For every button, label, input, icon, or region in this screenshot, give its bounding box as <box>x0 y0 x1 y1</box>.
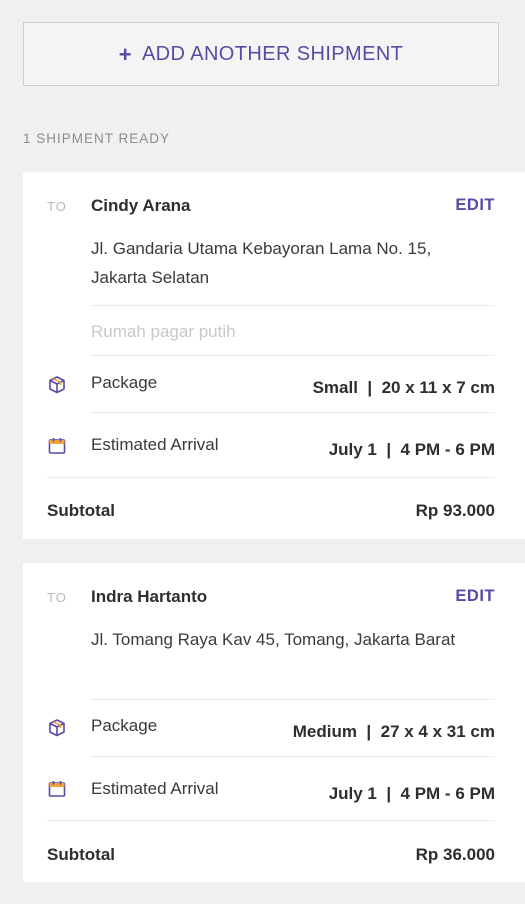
edit-shipment-button[interactable]: EDIT <box>455 587 495 606</box>
recipient-address: Jl. Tomang Raya Kav 45, Tomang, Jakarta … <box>91 630 456 649</box>
subtotal-value: Rp 93.000 <box>415 501 495 520</box>
to-label: TO <box>47 590 67 605</box>
plus-icon: + <box>118 42 132 67</box>
calendar-icon <box>48 781 66 797</box>
package-value: Small | 20 x 11 x 7 cm <box>312 378 495 397</box>
divider <box>91 355 495 356</box>
divider <box>91 756 495 757</box>
divider <box>91 305 495 306</box>
subtotal-value: Rp 36.000 <box>415 845 495 864</box>
add-another-shipment-button[interactable]: + ADD ANOTHER SHIPMENT <box>23 22 499 86</box>
package-value: Medium | 27 x 4 x 31 cm <box>292 722 495 741</box>
package-icon <box>49 376 65 394</box>
subtotal-label: Subtotal <box>47 845 115 864</box>
divider <box>91 699 495 700</box>
delivery-note: Rumah pagar putih <box>91 322 236 341</box>
estimated-arrival-label: Estimated Arrival <box>91 779 219 798</box>
estimated-arrival-value: July 1 | 4 PM - 6 PM <box>328 440 495 459</box>
recipient-address: Jl. Gandaria Utama Kebayoran Lama No. 15… <box>91 239 432 287</box>
subtotal-label: Subtotal <box>47 501 115 520</box>
estimated-arrival-value: July 1 | 4 PM - 6 PM <box>328 784 495 803</box>
recipient-name: Cindy Arana <box>91 196 191 215</box>
shipment-card: TO Indra Hartanto EDIT Jl. Tomang Raya K… <box>23 563 525 882</box>
divider <box>47 820 495 821</box>
shipment-card: TO Cindy Arana EDIT Jl. Gandaria Utama K… <box>23 172 525 539</box>
package-label: Package <box>91 373 158 392</box>
package-icon <box>49 719 65 737</box>
package-label: Package <box>91 716 158 735</box>
estimated-arrival-label: Estimated Arrival <box>91 435 219 454</box>
to-label: TO <box>47 199 67 214</box>
calendar-icon <box>48 438 66 454</box>
divider <box>47 477 495 478</box>
divider <box>91 412 495 413</box>
edit-shipment-button[interactable]: EDIT <box>455 196 495 215</box>
add-another-shipment-label: ADD ANOTHER SHIPMENT <box>141 42 404 65</box>
recipient-name: Indra Hartanto <box>91 587 208 606</box>
shipment-ready-status: 1 SHIPMENT READY <box>23 131 171 146</box>
